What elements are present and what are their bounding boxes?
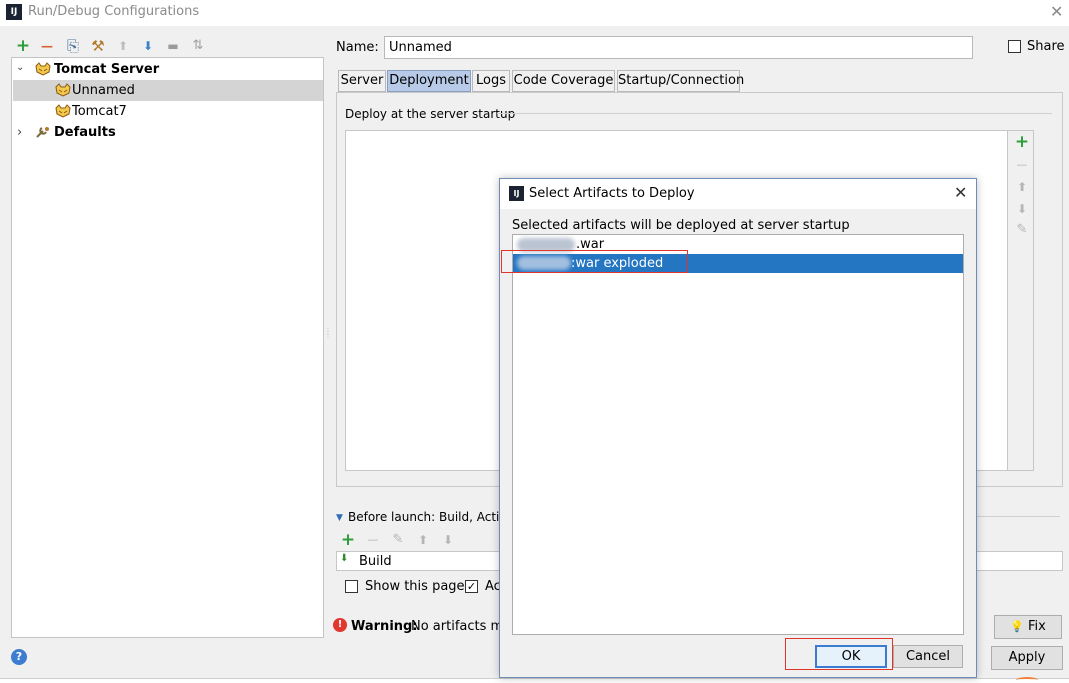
tree-item-tomcat-server[interactable]: ⌄ Tomcat Server [13, 59, 323, 80]
highlight-box [785, 638, 893, 670]
dialog-description: Selected artifacts will be deployed at s… [512, 218, 850, 233]
tab-code-coverage[interactable]: Code Coverage [512, 70, 615, 92]
fix-button-label: Fix [1028, 619, 1046, 634]
name-label: Name: [336, 40, 379, 55]
edit-artifact-icon[interactable]: ✎ [1014, 222, 1030, 238]
copy-config-icon[interactable]: ⎘ [65, 38, 81, 54]
tab-server[interactable]: Server [338, 70, 386, 92]
remove-config-icon[interactable]: — [39, 38, 55, 54]
tab-startup-connection[interactable]: Startup/Connection [617, 70, 744, 92]
warning-icon: ! [333, 618, 347, 632]
edit-defaults-icon[interactable]: ⚒ [90, 38, 106, 54]
remove-task-icon[interactable]: — [365, 532, 381, 548]
deploy-toolbar: + — ⬆ ⬇ ✎ [1007, 131, 1033, 470]
dialog-app-icon: IJ [509, 186, 524, 201]
dialog-title: Select Artifacts to Deploy [529, 186, 695, 201]
app-icon: IJ [6, 4, 22, 20]
tree-label: Tomcat7 [72, 104, 127, 119]
deploy-section-title: Deploy at the server startup [345, 107, 516, 121]
move-down-icon[interactable]: ⬇ [1014, 201, 1030, 217]
apply-button[interactable]: Apply [991, 646, 1063, 670]
artifact-list [512, 234, 964, 635]
build-icon: ⬇ [340, 553, 349, 564]
folder-icon[interactable]: ▬ [165, 38, 181, 54]
tree-item-defaults[interactable]: › Defaults [13, 122, 323, 143]
tree-label: Tomcat Server [54, 62, 160, 77]
collapse-arrow-icon[interactable]: ▼ [336, 513, 343, 523]
chevron-down-icon[interactable]: ⌄ [16, 57, 24, 78]
warning-text: No artifacts ma [411, 619, 512, 634]
add-task-icon[interactable]: + [340, 532, 356, 549]
tab-deployment[interactable]: Deployment [387, 70, 471, 92]
window-titlebar: IJ Run/Debug Configurations ✕ [0, 0, 1069, 26]
cancel-button[interactable]: Cancel [893, 645, 963, 668]
tree-label: Defaults [54, 125, 116, 140]
share-label: Share [1027, 39, 1065, 54]
move-up-icon[interactable]: ⬆ [115, 38, 131, 54]
highlight-box [501, 250, 688, 273]
move-down-icon[interactable]: ⬇ [140, 38, 156, 54]
tomcat-icon [35, 62, 51, 76]
tree-item-unnamed[interactable]: Unnamed [13, 80, 323, 101]
bottom-edge [0, 678, 1069, 683]
show-page-label: Show this page [365, 579, 465, 594]
tomcat-icon [55, 104, 71, 118]
move-up-icon[interactable]: ⬆ [415, 532, 431, 548]
lightbulb-icon: 💡 [1010, 620, 1024, 633]
show-page-checkbox[interactable] [345, 580, 358, 593]
help-icon[interactable]: ? [11, 649, 27, 665]
window-close-icon[interactable]: ✕ [1050, 2, 1063, 21]
add-artifact-icon[interactable]: + [1014, 134, 1030, 151]
remove-artifact-icon[interactable]: — [1014, 157, 1030, 173]
annotation-mark [1016, 677, 1038, 683]
splitter-handle[interactable]: ⋮ ⋮ [324, 328, 332, 339]
dialog-close-icon[interactable]: ✕ [954, 183, 967, 202]
tomcat-icon [55, 83, 71, 97]
add-config-icon[interactable]: + [15, 38, 31, 55]
config-tree: ⌄ Tomcat Server Unnamed Tomcat7 › Defaul… [11, 57, 324, 638]
wrench-icon [36, 127, 49, 138]
build-task-label: Build [359, 554, 392, 569]
tree-label: Unnamed [72, 83, 135, 98]
tab-logs[interactable]: Logs [472, 70, 510, 92]
name-input[interactable] [384, 36, 973, 59]
fix-button[interactable]: 💡 Fix [994, 615, 1062, 639]
activate-checkbox[interactable]: ✓ [465, 580, 478, 593]
move-up-icon[interactable]: ⬆ [1014, 179, 1030, 195]
section-divider [497, 113, 1052, 114]
edit-task-icon[interactable]: ✎ [390, 532, 406, 548]
move-down-icon[interactable]: ⬇ [440, 532, 456, 548]
share-checkbox[interactable] [1008, 40, 1021, 53]
window-title: Run/Debug Configurations [28, 4, 200, 19]
chevron-right-icon[interactable]: › [17, 122, 22, 143]
warning-label: Warning: [351, 619, 418, 634]
sort-icon[interactable]: ⇅ [190, 38, 206, 54]
tree-item-tomcat7[interactable]: Tomcat7 [13, 101, 323, 122]
